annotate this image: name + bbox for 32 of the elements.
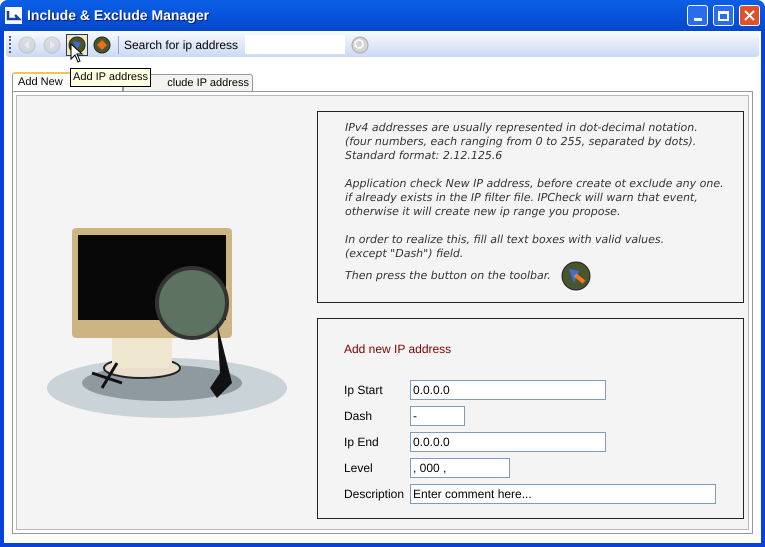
field-label: Level	[344, 460, 374, 477]
maximize-button[interactable]	[713, 5, 734, 26]
input-field[interactable]: Enter comment here...	[410, 484, 716, 504]
info-text: if already exists in the IP filter file. IPCheck will warn that event,	[345, 191, 699, 205]
app-icon	[5, 7, 22, 24]
input-field[interactable]: 0.0.0.0	[410, 432, 606, 452]
add-ip-icon	[560, 261, 591, 291]
pointer-icon	[70, 43, 83, 63]
close-icon	[744, 10, 755, 21]
input-field[interactable]: , 000 ,	[410, 458, 510, 478]
info-text: (except "Dash") field.	[345, 247, 464, 261]
info-text: Standard format: 2.12.125.6	[345, 149, 504, 163]
info-text: Application check New IP address, before create ot exclude any one.	[345, 177, 725, 191]
info-text: otherwise it will create new ip range you propose.	[345, 205, 622, 219]
field-label: Dash	[344, 408, 374, 425]
minimize-button[interactable]	[687, 5, 708, 26]
input-field[interactable]: -	[410, 406, 465, 426]
tooltip: Add IP address	[70, 68, 152, 86]
info-text: In order to realize this, fill all text boxes with valid values.	[345, 233, 666, 247]
info-text: Then press the button on the toolbar.	[345, 269, 551, 283]
field-label: Ip End	[344, 434, 380, 451]
field-label: Ip Start	[344, 382, 384, 399]
field-label: Description	[344, 486, 406, 503]
exclude-ip-button[interactable]	[91, 34, 113, 56]
search-label: Search for ip address	[124, 36, 238, 54]
info-text: (four numbers, each ranging from 0 to 255, separated by dots).	[345, 135, 698, 149]
input-field[interactable]: 0.0.0.0	[410, 380, 606, 400]
close-button[interactable]	[739, 5, 760, 26]
search-field[interactable]	[245, 35, 346, 54]
window-title: Include & Exclude Manager	[27, 6, 210, 25]
form-title: Add new IP address	[344, 341, 452, 358]
info-text: IPv4 addresses are usually represented in dot-decimal notation.	[345, 121, 699, 135]
